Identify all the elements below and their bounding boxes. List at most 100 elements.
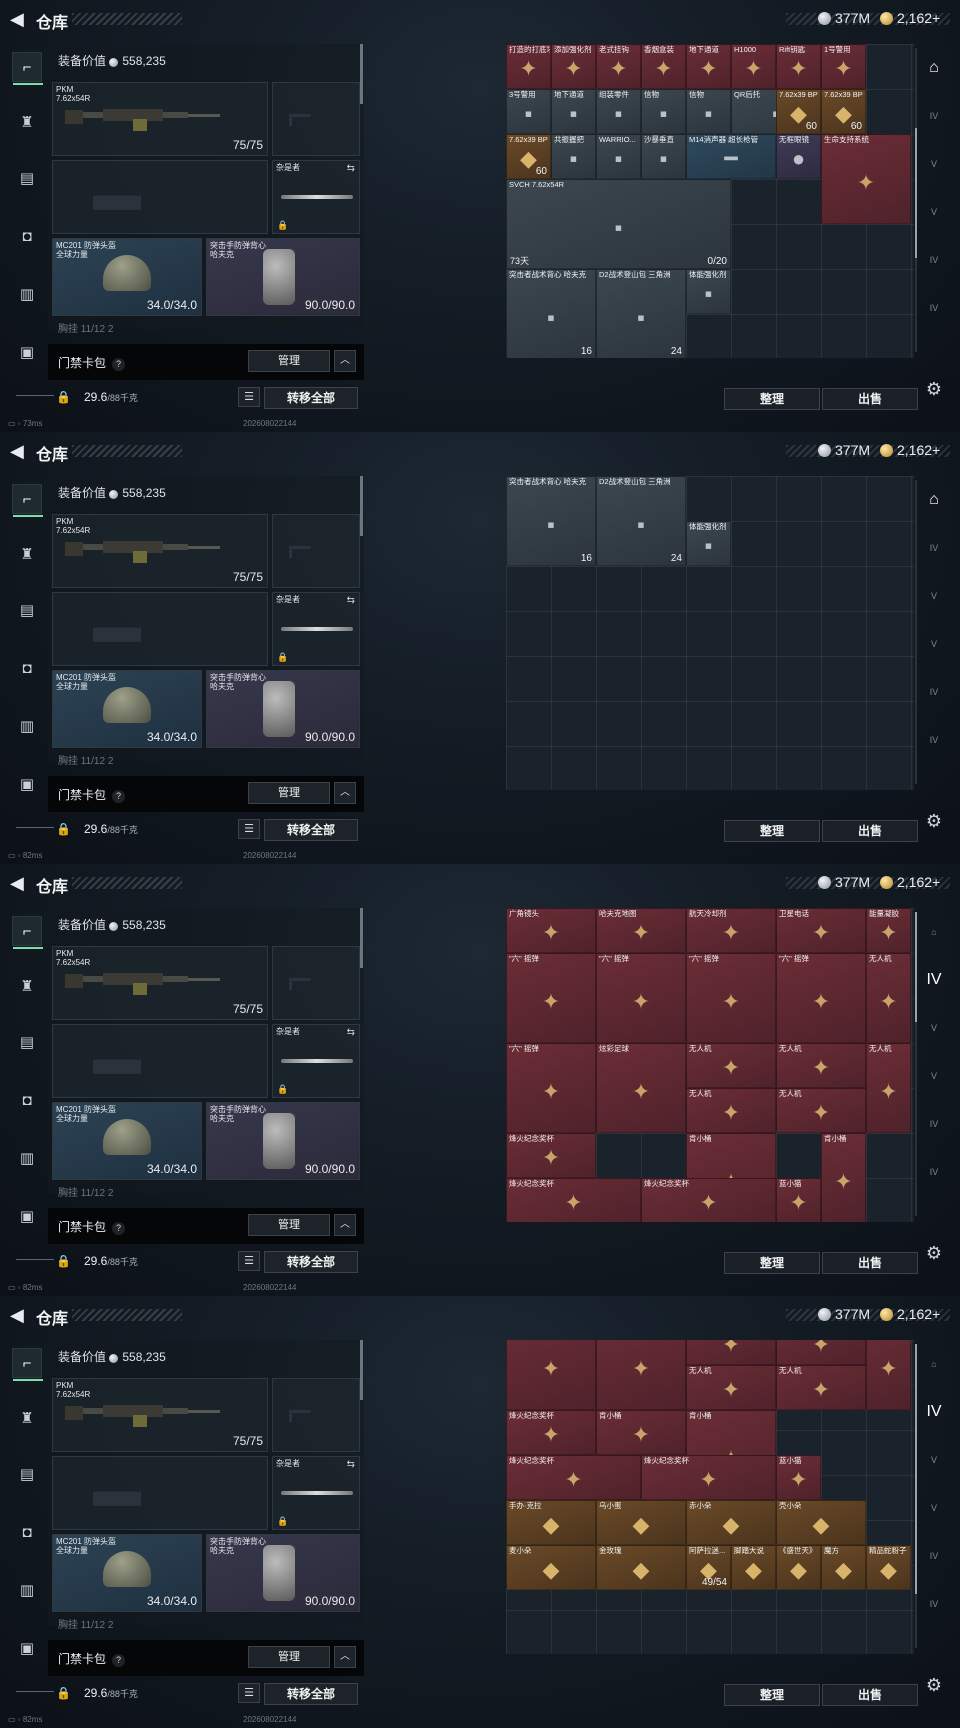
bag-icon[interactable]: ◘: [12, 1086, 42, 1116]
stash-item[interactable]: 魔方 ◆: [821, 1545, 866, 1590]
stash-item[interactable]: 航天冷却剂 ✦: [686, 908, 776, 953]
stash-item[interactable]: 无人机✦: [686, 1340, 776, 1365]
stash-item[interactable]: 生命支持系统 ✦: [821, 134, 911, 224]
stash-item[interactable]: 组装零件 ▪: [596, 89, 641, 134]
briefcase-icon[interactable]: ▣: [12, 770, 42, 800]
tab-iv-4[interactable]: IV: [922, 1114, 946, 1134]
tab-v-3[interactable]: V: [922, 202, 946, 222]
sort-button[interactable]: 整理: [724, 388, 820, 410]
tab-iv-5[interactable]: IV: [922, 730, 946, 750]
stash-item[interactable]: 体能强化剂 ▪: [686, 521, 731, 566]
stash-grid[interactable]: 广角镜头 ✦ 哈夫克地图 ✦ 航天冷却剂 ✦ 卫星电话 ✦ 能量凝胶 ✦ "六" 摇弹 ✦ "六" 摇弹…: [506, 908, 914, 1222]
gear-icon[interactable]: ⚙: [924, 379, 944, 399]
stash-grid[interactable]: 突击者战术背心 哈夫克 ▪ 16 D2战术登山包 三角洲 ▪ 24 体能强化剂 ▪: [506, 476, 914, 790]
briefcase-icon[interactable]: ▣: [12, 338, 42, 368]
stash-item[interactable]: 麦小朵 ◆: [506, 1545, 596, 1590]
stash-item[interactable]: 信物 ▪: [641, 89, 686, 134]
back-arrow-icon[interactable]: ◀: [10, 873, 28, 893]
swap-icon[interactable]: ⇆: [347, 595, 355, 606]
stash-item[interactable]: 烽火纪念奖杯 ✦: [506, 1178, 641, 1222]
tab-iv-1[interactable]: IV: [922, 538, 946, 558]
pistol-icon[interactable]: ⌐: [12, 916, 43, 949]
stash-item[interactable]: 能量凝胶 ✦: [866, 908, 911, 953]
armor-slot[interactable]: 突击手防弹背心 哈夫克 90.0/90.0: [206, 670, 360, 748]
list-view-button[interactable]: ☰: [238, 387, 260, 407]
armor-slot[interactable]: 突击手防弹背心 哈夫克 90.0/90.0: [206, 1102, 360, 1180]
help-icon[interactable]: ?: [112, 358, 126, 371]
manage-button[interactable]: 管理: [248, 1646, 330, 1668]
gold-add[interactable]: +: [932, 442, 940, 458]
tab-iv-5[interactable]: IV: [922, 298, 946, 318]
stash-item[interactable]: 沙暴垂直 ▪: [641, 134, 686, 179]
helmet-slot[interactable]: MC201 防弹头盔 全球力量 34.0/34.0: [52, 1102, 202, 1180]
case-icon[interactable]: ▥: [12, 280, 42, 310]
gold-currency[interactable]: 2,162+: [880, 1306, 940, 1322]
tab-iv-1[interactable]: IV: [922, 106, 946, 126]
stash-item[interactable]: 无人机✦: [776, 1088, 866, 1133]
stash-item[interactable]: D2战术登山包 三角洲 ▪ 24: [596, 269, 686, 358]
stash-item[interactable]: 《盛世天》 ◆: [776, 1545, 821, 1590]
stash-item[interactable]: 地下通道 ▪: [551, 89, 596, 134]
tab-iv-4[interactable]: IV: [922, 250, 946, 270]
swap-icon[interactable]: ⇆: [347, 1459, 355, 1470]
stash-item[interactable]: 烽火纪念奖杯 ✦: [641, 1455, 776, 1500]
bag-icon[interactable]: ◘: [12, 222, 42, 252]
stash-item[interactable]: 蓝小猫 ✦: [776, 1178, 821, 1222]
stash-item[interactable]: 肯小桶 ✦: [596, 1410, 686, 1455]
stash-item[interactable]: 哈夫克地图 ✦: [596, 908, 686, 953]
armor-slot[interactable]: 突击手防弹背心 哈夫克 90.0/90.0: [206, 1534, 360, 1612]
pistol-icon[interactable]: ⌐: [12, 1348, 43, 1381]
stash-item[interactable]: 手办·克拉 ◆: [506, 1500, 596, 1545]
stash-grid[interactable]: "六" 摇弹✦炫彩足球✦无人机✦无人机✦无人机✦无人机✦无人机✦烽火纪念奖杯✦肯…: [506, 1340, 914, 1654]
primary-weapon-slot[interactable]: PKM 7.62x54R 75/75: [52, 82, 268, 156]
help-icon[interactable]: ?: [112, 1654, 126, 1667]
melee-slot[interactable]: 杂是者 ⇆ 🔒: [272, 592, 360, 666]
gold-currency[interactable]: 2,162+: [880, 442, 940, 458]
list-view-button[interactable]: ☰: [238, 1251, 260, 1271]
stash-item[interactable]: 7.62x39 BP ◆ 60: [821, 89, 866, 134]
tab-home-icon[interactable]: ⌂: [922, 58, 946, 78]
stash-item[interactable]: "六" 摇弹✦: [506, 953, 596, 1043]
pistol-icon[interactable]: ⌐: [12, 52, 43, 85]
stash-item[interactable]: 无人机✦: [686, 1043, 776, 1088]
stash-item[interactable]: 突击者战术背心 哈夫克 ▪ 16: [506, 269, 596, 358]
rig-icon[interactable]: ▤: [12, 1028, 42, 1058]
stash-item[interactable]: 无人机✦: [866, 1340, 911, 1410]
loadout-scrollbar[interactable]: [360, 44, 363, 104]
transfer-all-button[interactable]: 转移全部: [264, 387, 358, 409]
stash-scroll-thumb[interactable]: [915, 912, 917, 1022]
stash-item[interactable]: "六" 摇弹✦: [506, 1340, 596, 1410]
sell-button[interactable]: 出售: [822, 388, 918, 410]
sell-button[interactable]: 出售: [822, 1252, 918, 1274]
stash-item[interactable]: 炫彩足球✦: [596, 1340, 686, 1410]
stash-item[interactable]: D2战术登山包 三角洲 ▪ 24: [596, 476, 686, 566]
stash-item[interactable]: "六" 摇弹✦: [506, 1043, 596, 1133]
stash-item[interactable]: 蓝小猫 ✦: [776, 1455, 821, 1500]
manage-button[interactable]: 管理: [248, 350, 330, 372]
gear-icon[interactable]: ⚙: [924, 811, 944, 831]
stash-item[interactable]: WARRIO... ▪: [596, 134, 641, 179]
stash-item[interactable]: 无人机✦: [866, 953, 911, 1043]
gear-icon[interactable]: ⚙: [924, 1675, 944, 1695]
tab-home-icon[interactable]: ⌂: [922, 490, 946, 510]
gold-currency[interactable]: 2,162+: [880, 874, 940, 890]
tab-iv-4[interactable]: IV: [922, 682, 946, 702]
tab-home-icon[interactable]: ⌂: [922, 922, 946, 942]
secondary-weapon-slot[interactable]: ▬: [52, 592, 268, 666]
tab-v-3[interactable]: V: [922, 1498, 946, 1518]
stash-item[interactable]: "六" 摇弹✦: [776, 953, 866, 1043]
collapse-button[interactable]: ︿: [334, 1646, 356, 1668]
sidearm-slot[interactable]: ⌐: [272, 1378, 360, 1452]
case-icon[interactable]: ▥: [12, 1144, 42, 1174]
stash-item[interactable]: 肯小桶 ✦: [821, 1133, 866, 1222]
briefcase-icon[interactable]: ▣: [12, 1202, 42, 1232]
stash-item[interactable]: 壳小朵 ◆: [776, 1500, 866, 1545]
primary-weapon-slot[interactable]: PKM 7.62x54R 75/75: [52, 946, 268, 1020]
pistol-icon[interactable]: ⌐: [12, 484, 43, 517]
secondary-weapon-slot[interactable]: ▬: [52, 1024, 268, 1098]
rig-icon[interactable]: ▤: [12, 596, 42, 626]
secondary-weapon-slot[interactable]: ▬: [52, 160, 268, 234]
collapse-button[interactable]: ︿: [334, 350, 356, 372]
back-arrow-icon[interactable]: ◀: [10, 9, 28, 29]
manage-button[interactable]: 管理: [248, 782, 330, 804]
